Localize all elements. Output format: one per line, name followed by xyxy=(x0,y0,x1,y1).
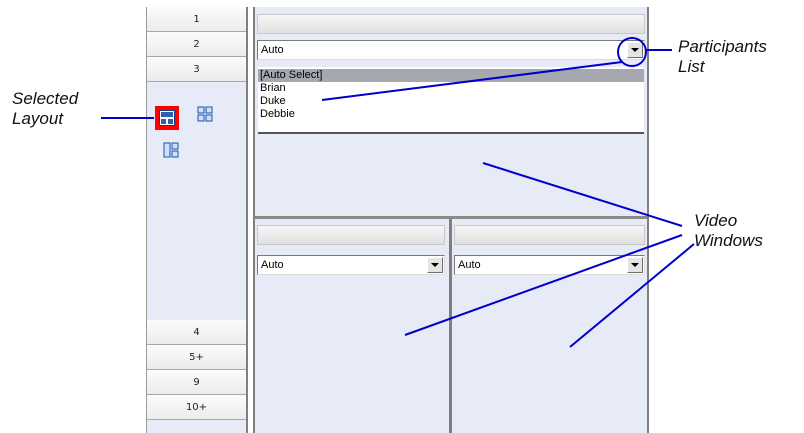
selected-layout-label: Selected Layout xyxy=(12,89,78,129)
video-pointer-right xyxy=(569,243,695,348)
video-pointer-top xyxy=(482,162,683,227)
label-line: Windows xyxy=(694,231,763,250)
label-line: List xyxy=(678,57,705,76)
video-windows-label: Video Windows xyxy=(694,211,763,251)
participants-list-label: Participants List xyxy=(678,37,767,77)
label-line: Layout xyxy=(12,109,64,128)
label-line: Participants xyxy=(678,37,767,56)
label-line: Selected xyxy=(12,89,79,108)
participants-list-pointer xyxy=(321,61,623,101)
participants-highlight-circle xyxy=(617,37,647,67)
video-pointer-left xyxy=(404,234,683,336)
label-line: Video xyxy=(694,211,738,230)
